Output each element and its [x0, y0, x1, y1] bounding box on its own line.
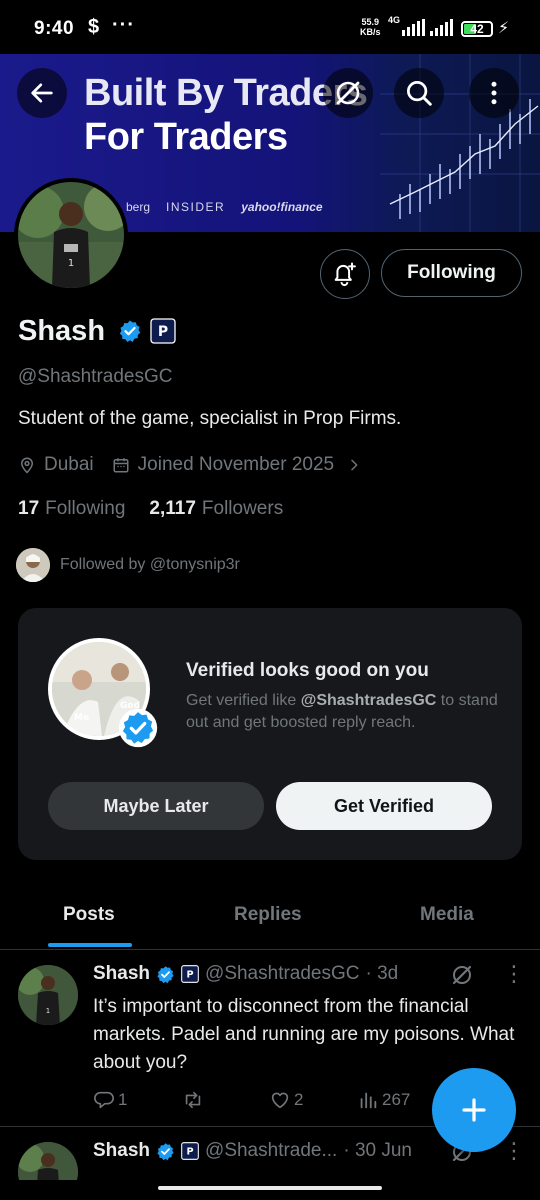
- battery-icon: 42: [461, 21, 493, 37]
- views-button[interactable]: 267: [357, 1089, 410, 1111]
- follower-avatar: [16, 548, 50, 582]
- compose-post-button[interactable]: [432, 1068, 516, 1152]
- grok-icon[interactable]: [450, 963, 474, 987]
- search-button[interactable]: [394, 68, 444, 118]
- tab-replies[interactable]: Replies: [234, 904, 302, 926]
- post-author-handle: @Shashtrade...: [205, 1140, 338, 1161]
- back-arrow-icon: [31, 83, 53, 103]
- affiliate-badge-icon: P: [181, 965, 199, 983]
- get-verified-button[interactable]: Get Verified: [276, 782, 492, 830]
- grok-icon: [336, 81, 360, 105]
- svg-text:P: P: [186, 969, 193, 980]
- bloomberg-logo: berg: [126, 200, 151, 214]
- verified-promo-title: Verified looks good on you: [186, 660, 429, 681]
- repost-button[interactable]: [181, 1089, 269, 1111]
- post-author-avatar[interactable]: 1: [18, 965, 78, 1025]
- svg-text:1: 1: [46, 1007, 50, 1015]
- banner-headline-2: For Traders: [84, 116, 288, 158]
- post-more-icon[interactable]: ⋮: [503, 1140, 525, 1162]
- tab-media[interactable]: Media: [420, 904, 474, 926]
- post-actions: 1 2 267: [93, 1089, 410, 1111]
- post-time: · 3d: [365, 963, 399, 984]
- post-more-icon[interactable]: ⋮: [503, 963, 525, 985]
- svg-text:1: 1: [68, 258, 74, 269]
- back-button[interactable]: [17, 68, 67, 118]
- network-speed: 55.9 KB/s: [360, 17, 381, 37]
- dollar-app-icon: $: [88, 16, 100, 38]
- profile-joined-date: Joined November 2025: [137, 454, 335, 475]
- profile-location: Dubai: [44, 454, 94, 475]
- followed-by-row[interactable]: Followed by @tonysnip3r: [16, 548, 240, 582]
- notifications-button[interactable]: [320, 249, 370, 299]
- avatar-image: 1: [18, 182, 124, 288]
- svg-text:Me: Me: [74, 713, 89, 723]
- affiliate-badge-icon[interactable]: P: [150, 318, 176, 344]
- verified-promo-description: Get verified like @ShashtradesGC to stan…: [186, 692, 498, 731]
- gesture-home-bar[interactable]: [158, 1186, 382, 1190]
- post-author-name[interactable]: Shash: [93, 963, 150, 985]
- more-vertical-icon: [491, 81, 497, 105]
- post-header: Shash P @ShashtradesGC · 3d: [93, 963, 398, 985]
- profile-avatar[interactable]: 1: [14, 178, 128, 292]
- following-count-link[interactable]: 17 Following: [18, 498, 125, 520]
- bell-plus-icon: [334, 262, 356, 287]
- reply-icon: [94, 1091, 114, 1109]
- svg-text:P: P: [186, 1146, 193, 1157]
- maybe-later-button[interactable]: Maybe Later: [48, 782, 264, 830]
- followers-count-link[interactable]: 2,117 Followers: [149, 498, 283, 520]
- status-bar: 9:40 $ ··· 55.9 KB/s 4G 42 ⚡: [0, 0, 540, 54]
- location-pin-icon: [20, 457, 34, 474]
- search-icon: [407, 81, 432, 106]
- active-tab-indicator: [48, 943, 132, 947]
- calendar-icon: [113, 458, 129, 473]
- post-time: · 30 Jun: [343, 1140, 412, 1161]
- yahoo-finance-logo: yahoo!finance: [241, 200, 323, 214]
- verified-badge-icon: [157, 965, 174, 983]
- verified-badge-icon: [157, 1142, 174, 1160]
- compose-plus-icon: [462, 1098, 486, 1122]
- notification-more-icon: ···: [112, 14, 135, 36]
- verified-badge-icon[interactable]: [118, 319, 142, 343]
- profile-bio: Student of the game, specialist in Prop …: [18, 408, 402, 429]
- affiliate-badge-icon: P: [181, 1142, 199, 1160]
- like-button[interactable]: 2: [269, 1089, 357, 1111]
- repost-icon: [185, 1091, 201, 1109]
- profile-counts: 17 Following 2,117 Followers: [18, 498, 283, 520]
- post-header: Shash P @Shashtrade... · 30 Jun: [93, 1140, 412, 1162]
- status-time: 9:40: [34, 18, 75, 39]
- post-author-avatar[interactable]: [18, 1142, 78, 1180]
- banner-press-logos: berg INSIDER yahoo!finance: [126, 200, 323, 214]
- charging-icon: ⚡: [498, 20, 510, 37]
- chevron-right-icon[interactable]: [346, 457, 362, 473]
- signal-icon-2: [430, 19, 453, 36]
- profile-meta: Dubai Joined November 2025: [18, 454, 370, 476]
- followed-by-text: Followed by @tonysnip3r: [60, 556, 240, 573]
- profile-handle: @ShashtradesGC: [18, 366, 173, 387]
- verified-badge-icon: [118, 708, 158, 748]
- name-badges: P: [118, 318, 176, 344]
- post-author-handle: @ShashtradesGC: [205, 963, 360, 984]
- views-icon: [360, 1092, 377, 1109]
- post-text: It’s important to disconnect from the fi…: [93, 996, 515, 1073]
- grok-button[interactable]: [323, 68, 373, 118]
- heart-icon: [271, 1092, 289, 1109]
- svg-text:P: P: [158, 324, 168, 340]
- profile-name: Shash: [18, 315, 106, 347]
- tab-posts[interactable]: Posts: [63, 904, 115, 926]
- post-author-name[interactable]: Shash: [93, 1140, 150, 1162]
- verified-promo-card: God Me Verified looks good on you Get ve…: [18, 608, 522, 860]
- reply-button[interactable]: 1: [93, 1089, 181, 1111]
- profile-tabs: Posts Replies Media: [0, 882, 540, 950]
- insider-logo: INSIDER: [166, 200, 226, 214]
- following-button[interactable]: Following: [381, 249, 522, 297]
- signal-icon: 4G: [388, 15, 425, 36]
- more-options-button[interactable]: [469, 68, 519, 118]
